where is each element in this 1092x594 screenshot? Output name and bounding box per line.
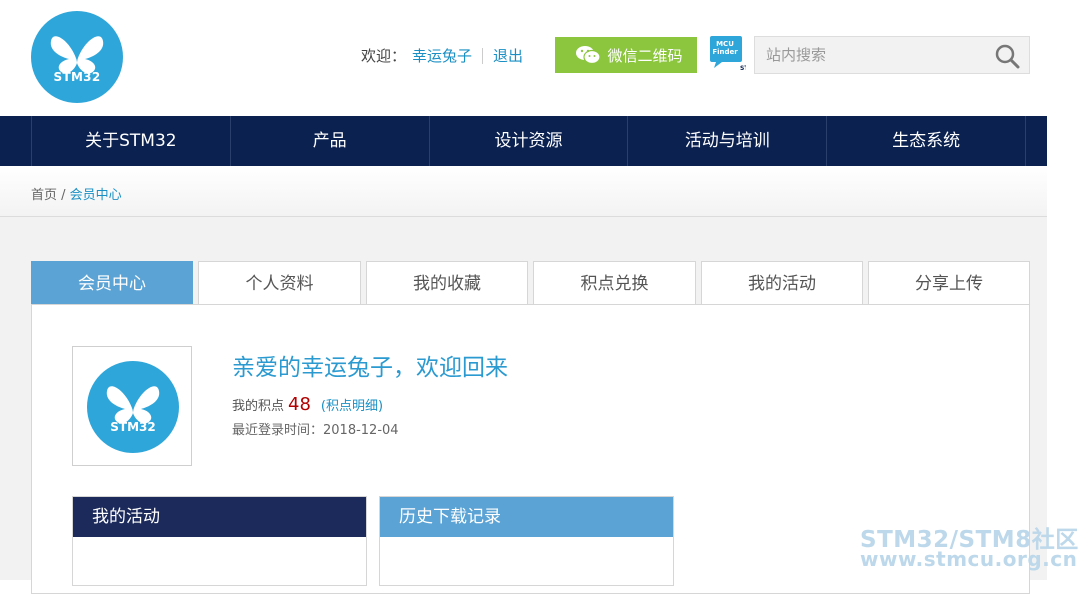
breadcrumb-current[interactable]: 会员中心 — [70, 188, 122, 203]
greeting-title: 亲爱的幸运兔子，欢迎回来 — [232, 355, 508, 381]
tab-favorites[interactable]: 我的收藏 — [366, 261, 528, 305]
last-login-label: 最近登录时间： — [232, 423, 324, 438]
mcu-finder-badge[interactable]: ST MCU Finder — [708, 34, 749, 72]
breadcrumb-bar: 首页 / 会员中心 — [0, 166, 1047, 217]
nav-item-products[interactable]: 产品 — [229, 116, 429, 166]
butterfly-icon — [50, 36, 104, 74]
points-detail-link[interactable]: 积点明细 — [326, 395, 378, 414]
points-label: 我的积点 — [232, 399, 285, 414]
stm32-logo[interactable]: STM32 — [31, 11, 123, 103]
divider — [482, 48, 484, 64]
tab-my-activities[interactable]: 我的活动 — [701, 261, 863, 305]
wechat-qr-button[interactable]: 微信二维码 — [555, 37, 697, 73]
download-history-box: 历史下载记录 — [379, 496, 674, 586]
avatar[interactable]: STM32 — [72, 346, 192, 466]
tab-share-upload[interactable]: 分享上传 — [868, 261, 1030, 305]
tab-points-exchange[interactable]: 积点兑换 — [533, 261, 696, 305]
breadcrumb-separator: / — [57, 188, 70, 203]
my-activities-title: 我的活动 — [73, 497, 366, 537]
watermark-url: www.stmcu.org.cn — [860, 547, 1078, 571]
mcu-badge-line2: Finder — [712, 48, 738, 56]
tab-member-center[interactable]: 会员中心 — [31, 261, 193, 305]
points-line: 我的积点 48 ( 积点明细 ) — [232, 394, 383, 415]
my-activities-box: 我的活动 — [72, 496, 367, 586]
breadcrumb: 首页 / 会员中心 — [31, 184, 122, 203]
nav-item-ecosystem[interactable]: 生态系统 — [826, 116, 1025, 166]
search-icon[interactable] — [994, 43, 1020, 73]
search-input[interactable] — [755, 37, 998, 73]
welcome-label: 欢迎： — [361, 47, 407, 65]
logout-link[interactable]: 退出 — [493, 45, 523, 67]
butterfly-icon — [106, 386, 160, 424]
nav-item-about[interactable]: 关于STM32 — [30, 116, 230, 166]
nav-item-events-training[interactable]: 活动与培训 — [627, 116, 826, 166]
download-history-title: 历史下载记录 — [380, 497, 673, 537]
svg-text:ST: ST — [740, 65, 746, 72]
wechat-qr-label: 微信二维码 — [607, 46, 683, 65]
last-login: 最近登录时间：2018-12-04 — [232, 419, 399, 438]
avatar-logo: STM32 — [87, 361, 179, 453]
avatar-logo-text: STM32 — [110, 420, 156, 434]
tab-profile[interactable]: 个人资料 — [198, 261, 361, 305]
nav-item-design-resources[interactable]: 设计资源 — [428, 116, 628, 166]
breadcrumb-home[interactable]: 首页 — [31, 188, 57, 203]
site-search — [754, 36, 1030, 74]
points-detail-close: ) — [378, 399, 384, 414]
nav-end — [1025, 116, 1047, 166]
points-value: 48 — [288, 394, 311, 415]
wechat-icon — [576, 46, 602, 65]
mcu-badge-line1: MCU — [716, 40, 734, 48]
main-nav: 关于STM32 产品 设计资源 活动与培训 生态系统 — [0, 116, 1047, 166]
last-login-date: 2018-12-04 — [323, 423, 399, 438]
username-link[interactable]: 幸运兔子 — [412, 45, 472, 67]
welcome-bar: 欢迎： 幸运兔子 退出 — [361, 45, 523, 67]
logo-text: STM32 — [53, 70, 101, 84]
